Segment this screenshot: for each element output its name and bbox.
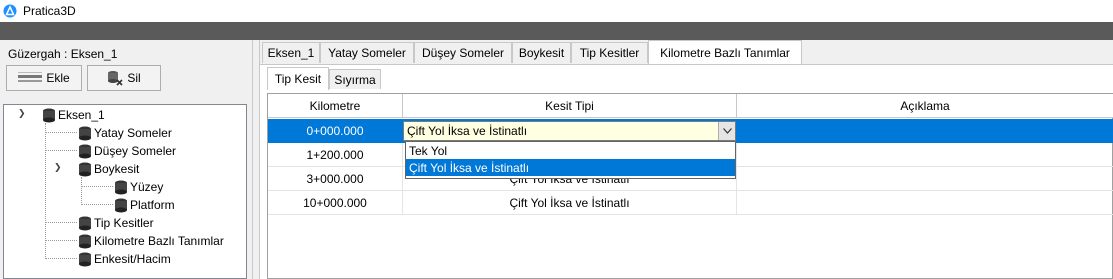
cell-text: 0+000.000 [306,123,364,138]
right-panel: Eksen_1 Yatay Someler Düşey Someler Boyk… [260,40,1113,279]
panel-splitter[interactable] [252,40,260,279]
tab-label: Yatay Someler [328,46,406,60]
database-icon [43,108,55,122]
title-bar: Pratica3D [0,0,1113,22]
tree-item-label: Yatay Someler [94,126,172,140]
cell-text: 1+200.000 [306,147,364,162]
tree-item-boykesit[interactable]: Boykesit [78,160,139,178]
delete-database-icon [108,71,123,86]
cell-text: 10+000.000 [303,195,367,210]
table-cell-kilometre[interactable]: 0+000.000 [268,119,403,143]
tab-label: Eksen_1 [267,46,315,60]
database-icon [79,126,91,140]
tree-item-yuzey[interactable]: Yüzey [114,178,163,196]
tree-item-enkesit-hacim[interactable]: Enkesit/Hacim [78,250,171,268]
column-header-aciklama[interactable]: Açıklama [737,94,1113,118]
table-cell-kesit-tipi[interactable]: Çift Yol İksa ve İstinatlı [403,191,737,215]
tree-item-kilometre-bazli[interactable]: Kilometre Bazlı Tanımlar [78,232,224,250]
expand-root-icon[interactable]: ❯ [18,108,26,119]
chevron-down-icon[interactable] [718,122,735,140]
tab-yatay-someler[interactable]: Yatay Someler [320,42,414,63]
expand-boykesit-icon[interactable]: ❯ [54,162,62,173]
header-label: Kesit Tipi [545,98,594,113]
cell-text: Çift Yol İksa ve İstinatlı [509,195,630,210]
tab-eksen-1[interactable]: Eksen_1 [262,42,320,63]
tree-item-label: Düşey Someler [94,144,177,158]
database-icon [79,216,91,230]
subtab-tip-kesit[interactable]: Tip Kesit [267,67,329,90]
tree-item-label: Eksen_1 [58,108,105,122]
route-label: Güzergah : Eksen_1 [8,47,118,61]
database-icon [79,162,91,176]
tab-label: Kilometre Bazlı Tanımlar [660,45,790,60]
left-panel: Güzergah : Eksen_1 Ekle Sil ❯ Eksen_1 Ya… [0,40,252,279]
column-header-kilometre[interactable]: Kilometre [268,94,403,118]
data-grid[interactable]: Kilometre Kesit Tipi Açıklama 0+000.000 … [267,93,1113,279]
tab-dusey-someler[interactable]: Düşey Someler [414,42,512,63]
table-cell-aciklama[interactable] [737,143,1113,167]
table-cell-aciklama[interactable] [737,191,1113,215]
column-header-kesit-tipi[interactable]: Kesit Tipi [403,94,737,118]
tab-kilometre-bazli-tanimlar[interactable]: Kilometre Bazlı Tanımlar [648,40,802,64]
tree-item-label: Yüzey [130,180,164,194]
database-icon [79,252,91,266]
tab-tip-kesitler[interactable]: Tip Kesitler [571,42,648,63]
tree-item-eksen-1[interactable]: Eksen_1 [42,106,105,124]
table-cell-kilometre[interactable]: 3+000.000 [268,167,403,191]
delete-button-label: Sil [127,71,141,85]
database-icon [79,234,91,248]
tree-item-platform[interactable]: Platform [114,196,175,214]
main-tabs: Eksen_1 Yatay Someler Düşey Someler Boyk… [260,40,1113,64]
add-button-label: Ekle [46,71,70,85]
tab-label: Tip Kesitler [579,46,640,60]
combobox-value: Çift Yol İksa ve İstinatlı [407,124,528,138]
tree-item-yatay-someler[interactable]: Yatay Someler [78,124,172,142]
subtab-siyirma[interactable]: Sıyırma [329,69,381,89]
window-title: Pratica3D [23,4,76,18]
toolbar-strip [0,22,1113,40]
tree-item-label: Boykesit [94,162,140,176]
app-logo-icon [3,4,17,18]
tab-label: Boykesit [518,46,565,60]
database-icon [115,198,127,212]
kesit-tipi-combobox[interactable]: Çift Yol İksa ve İstinatlı [403,121,736,141]
tree-item-dusey-someler[interactable]: Düşey Someler [78,142,176,160]
tree-item-label: Platform [130,198,175,212]
subtab-label: Tip Kesit [274,72,322,86]
dropdown-option-tek-yol[interactable]: Tek Yol [406,142,735,159]
combobox-dropdown-list: Tek Yol Çift Yol İksa ve İstinatlı [405,141,736,179]
table-cell-aciklama[interactable] [737,119,1113,143]
header-label: Kilometre [309,98,361,113]
tab-boykesit[interactable]: Boykesit [512,42,571,63]
add-button[interactable]: Ekle [6,65,82,91]
cell-text: 3+000.000 [306,171,364,186]
dropdown-option-cift-yol[interactable]: Çift Yol İksa ve İstinatlı [406,159,735,176]
add-row-icon [18,72,43,82]
header-label: Açıklama [900,98,950,113]
tree-item-label: Kilometre Bazlı Tanımlar [94,234,224,248]
tab-label: Düşey Someler [421,46,505,60]
subtab-label: Sıyırma [334,72,376,87]
table-cell-kilometre[interactable]: 10+000.000 [268,191,403,215]
table-cell-kilometre[interactable]: 1+200.000 [268,143,403,167]
database-icon [79,144,91,158]
tree-item-tip-kesitler[interactable]: Tip Kesitler [78,214,154,232]
tree-item-label: Enkesit/Hacim [94,252,171,266]
route-tree[interactable]: ❯ Eksen_1 Yatay Someler Düşey Someler ❯ … [3,104,247,279]
table-cell-aciklama[interactable] [737,167,1113,191]
tree-item-label: Tip Kesitler [94,216,154,230]
database-icon [115,180,127,194]
delete-button[interactable]: Sil [87,65,161,91]
